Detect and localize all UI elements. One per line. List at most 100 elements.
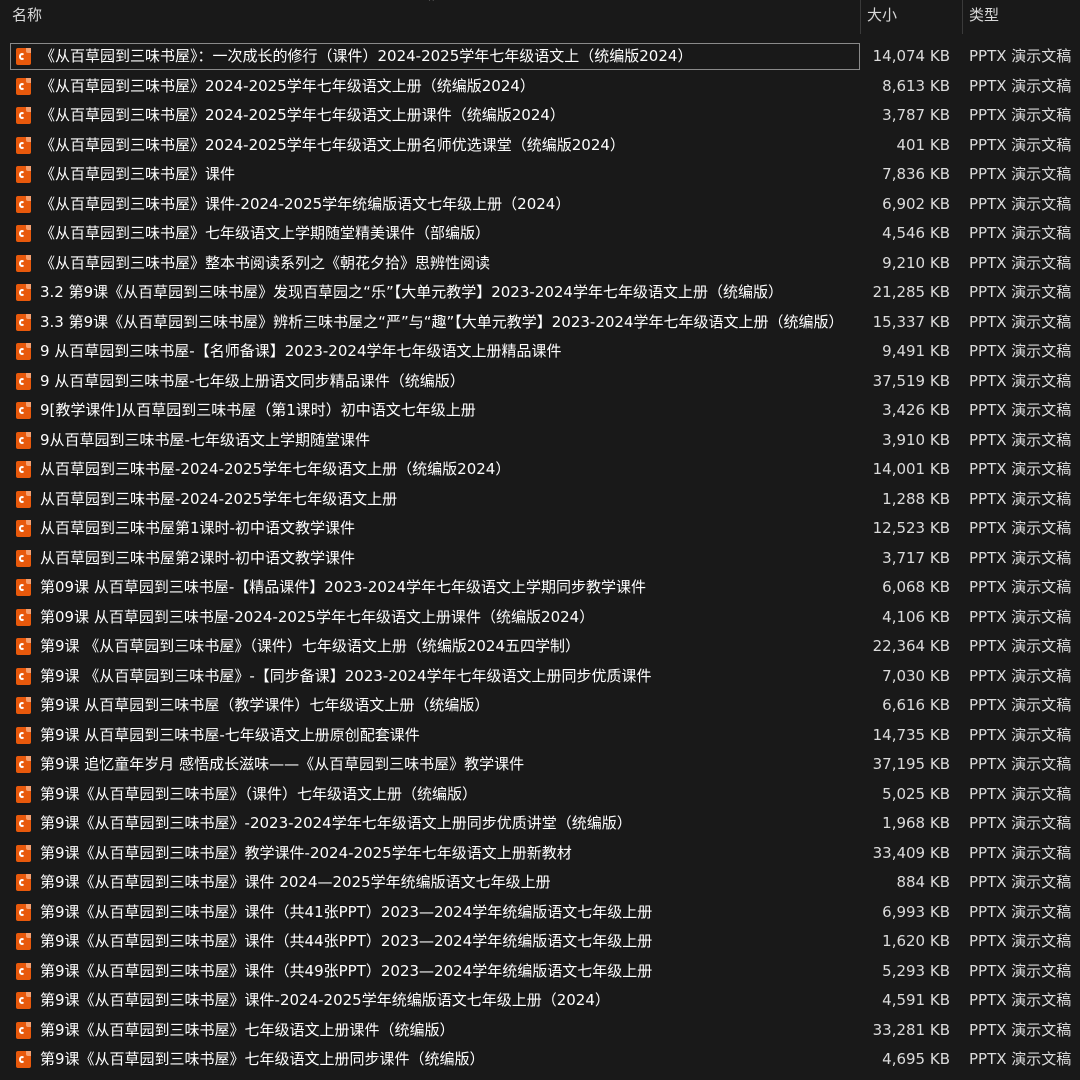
pptx-file-icon — [16, 431, 31, 449]
file-name-cell[interactable]: 3.2 第9课《从百草园到三味书屋》发现百草园之“乐”【大单元教学】2023-2… — [10, 279, 860, 306]
column-header-size[interactable]: 大小 — [860, 0, 960, 34]
file-row[interactable]: 《从百草园到三味书屋》整本书阅读系列之《朝花夕拾》思辨性阅读 9,210 KB PP… — [0, 249, 1080, 279]
file-name-cell[interactable]: 《从百草园到三味书屋》课件 — [10, 161, 860, 188]
file-row[interactable]: 第9课《从百草园到三味书屋》课件 2024—2025学年统编版语文七年级上册 88… — [0, 868, 1080, 898]
column-header-name[interactable]: 名称 — [6, 0, 858, 34]
file-size: 9,491 KB — [882, 342, 950, 360]
file-name-cell[interactable]: 第9课 《从百草园到三味书屋》（课件）七年级语文上册（统编版2024五四学制） — [10, 633, 860, 660]
file-type: PPTX 演示文稿 — [969, 1020, 1072, 1039]
file-type: PPTX 演示文稿 — [969, 784, 1072, 803]
file-row[interactable]: 从百草园到三味书屋-2024-2025学年七年级语文上册（统编版2024） 14,… — [0, 455, 1080, 485]
file-name: 第9课《从百草园到三味书屋》（课件）七年级语文上册（统编版） — [40, 784, 478, 803]
file-name-cell[interactable]: 第9课 《从百草园到三味书屋》-【同步备课】2023-2024学年七年级语文上册… — [10, 663, 860, 690]
file-name-cell[interactable]: 9[教学课件]从百草园到三味书屋（第1课时）初中语文七年级上册 — [10, 397, 860, 424]
file-row[interactable]: 《从百草园到三味书屋》2024-2025学年七年级语文上册课件（统编版2024）… — [0, 101, 1080, 131]
file-name-cell[interactable]: 《从百草园到三味书屋》2024-2025学年七年级语文上册名师优选课堂（统编版2… — [10, 132, 860, 159]
file-name-cell[interactable]: 第9课《从百草园到三味书屋》（课件）七年级语文上册（统编版） — [10, 781, 860, 808]
file-name-cell[interactable]: 《从百草园到三味书屋》：一次成长的修行（课件）2024-2025学年七年级语文上… — [10, 43, 860, 70]
file-row[interactable]: 第9课《从百草园到三味书屋》教学课件-2024-2025学年七年级语文上册新教材… — [0, 839, 1080, 869]
file-row[interactable]: 第9课 《从百草园到三味书屋》（课件）七年级语文上册（统编版2024五四学制） 2… — [0, 632, 1080, 662]
file-row[interactable]: 9 从百草园到三味书屋-七年级上册语文同步精品课件（统编版） 37,519 KB P… — [0, 367, 1080, 397]
file-row[interactable]: 第9课《从百草园到三味书屋》（课件）七年级语文上册（统编版） 5,025 KB PP… — [0, 780, 1080, 810]
file-size: 14,001 KB — [872, 460, 950, 478]
file-name-cell[interactable]: 3.3 第9课《从百草园到三味书屋》辨析三味书屋之“严”与“趣”【大单元教学】2… — [10, 309, 860, 336]
file-row[interactable]: 从百草园到三味书屋第2课时-初中语文教学课件 3,717 KB PPTX 演示文稿 — [0, 544, 1080, 574]
file-name-cell[interactable]: 第9课《从百草园到三味书屋》课件-2024-2025学年统编版语文七年级上册（2… — [10, 987, 860, 1014]
file-row[interactable]: 第9课 《从百草园到三味书屋》-【同步备课】2023-2024学年七年级语文上册… — [0, 662, 1080, 692]
file-name-cell[interactable]: 第9课《从百草园到三味书屋》课件（共49张PPT）2023—2024学年统编版语… — [10, 958, 860, 985]
file-row[interactable]: 第9课 追忆童年岁月 感悟成长滋味——《从百草园到三味书屋》教学课件 37,195… — [0, 750, 1080, 780]
file-row[interactable]: 第9课《从百草园到三味书屋》七年级语文上册课件（统编版） 33,281 KB PPT… — [0, 1016, 1080, 1046]
file-row[interactable]: 第9课《从百草园到三味书屋》-2023-2024学年七年级语文上册同步优质讲堂（… — [0, 809, 1080, 839]
file-name-cell[interactable]: 9 从百草园到三味书屋-七年级上册语文同步精品课件（统编版） — [10, 368, 860, 395]
file-name-cell[interactable]: 9 从百草园到三味书屋-【名师备课】2023-2024学年七年级语文上册精品课件 — [10, 338, 860, 365]
pptx-file-icon — [16, 815, 31, 832]
file-row[interactable]: 第09课 从百草园到三味书屋-【精品课件】2023-2024学年七年级语文上学期… — [0, 573, 1080, 603]
file-row[interactable]: 《从百草园到三味书屋》2024-2025学年七年级语文上册（统编版2024） 8,… — [0, 72, 1080, 102]
file-type: PPTX 演示文稿 — [969, 755, 1072, 773]
file-row[interactable]: 《从百草园到三味书屋》课件 7,836 KB PPTX 演示文稿 — [0, 160, 1080, 190]
file-size: 14,735 KB — [872, 725, 950, 744]
file-row[interactable]: 9从百草园到三味书屋-七年级语文上学期随堂课件 3,910 KB PPTX 演示文稿 — [0, 426, 1080, 456]
file-name-cell[interactable]: 《从百草园到三味书屋》课件-2024-2025学年统编版语文七年级上册（2024… — [10, 191, 860, 218]
file-row[interactable]: 第9课 从百草园到三味书屋（教学课件）七年级语文上册（统编版） 6,616 KB P… — [0, 691, 1080, 721]
file-row[interactable]: 3.2 第9课《从百草园到三味书屋》发现百草园之“乐”【大单元教学】2023-2… — [0, 278, 1080, 308]
file-row[interactable]: 第9课《从百草园到三味书屋》七年级语文上册同步课件（统编版） 4,695 KB PP… — [0, 1045, 1080, 1075]
file-name: 9 从百草园到三味书屋-【名师备课】2023-2024学年七年级语文上册精品课件 — [40, 342, 562, 360]
file-name-cell[interactable]: 《从百草园到三味书屋》2024-2025学年七年级语文上册（统编版2024） — [10, 73, 860, 100]
file-name: 《从百草园到三味书屋》2024-2025学年七年级语文上册课件（统编版2024） — [40, 106, 565, 124]
column-header-type[interactable]: 类型 — [962, 0, 1080, 34]
file-size: 7,030 KB — [882, 666, 950, 685]
file-name-cell[interactable]: 第9课《从百草园到三味书屋》课件（共44张PPT）2023—2024学年统编版语… — [10, 928, 860, 955]
file-row[interactable]: 第9课《从百草园到三味书屋》课件（共41张PPT）2023—2024学年统编版语… — [0, 898, 1080, 928]
file-row[interactable]: 从百草园到三味书屋第1课时-初中语文教学课件 12,523 KB PPTX 演示文稿 — [0, 514, 1080, 544]
file-row[interactable]: 第9课 从百草园到三味书屋-七年级语文上册原创配套课件 14,735 KB PPTX… — [0, 721, 1080, 751]
pptx-file-icon — [16, 402, 31, 419]
file-name-cell[interactable]: 《从百草园到三味书屋》七年级语文上学期随堂精美课件（部编版） — [10, 220, 860, 247]
file-name-cell[interactable]: 第9课《从百草园到三味书屋》七年级语文上册同步课件（统编版） — [10, 1046, 860, 1073]
file-name-cell[interactable]: 第9课《从百草园到三味书屋》七年级语文上册课件（统编版） — [10, 1017, 860, 1044]
file-row[interactable]: 从百草园到三味书屋-2024-2025学年七年级语文上册 1,288 KB PPTX… — [0, 485, 1080, 515]
file-size: 6,902 KB — [882, 194, 950, 213]
file-name-cell[interactable]: 从百草园到三味书屋第1课时-初中语文教学课件 — [10, 515, 860, 542]
file-name-cell[interactable]: 《从百草园到三味书屋》2024-2025学年七年级语文上册课件（统编版2024） — [10, 102, 860, 129]
file-row[interactable]: 9[教学课件]从百草园到三味书屋（第1课时）初中语文七年级上册 3,426 KB P… — [0, 396, 1080, 426]
file-name-cell[interactable]: 第09课 从百草园到三味书屋-2024-2025学年七年级语文上册课件（统编版2… — [10, 604, 860, 631]
file-name-cell[interactable]: 9从百草园到三味书屋-七年级语文上学期随堂课件 — [10, 427, 860, 454]
file-name-cell[interactable]: 第9课 追忆童年岁月 感悟成长滋味——《从百草园到三味书屋》教学课件 — [10, 751, 860, 778]
file-row[interactable]: 《从百草园到三味书屋》七年级语文上学期随堂精美课件（部编版） 4,546 KB PP… — [0, 219, 1080, 249]
file-row[interactable]: 《从百草园到三味书屋》课件-2024-2025学年统编版语文七年级上册（2024… — [0, 190, 1080, 220]
file-name: 第9课《从百草园到三味书屋》七年级语文上册同步课件（统编版） — [40, 1050, 485, 1068]
file-name-cell[interactable]: 从百草园到三味书屋第2课时-初中语文教学课件 — [10, 545, 860, 572]
file-row[interactable]: 3.3 第9课《从百草园到三味书屋》辨析三味书屋之“严”与“趣”【大单元教学】2… — [0, 308, 1080, 338]
file-name-cell[interactable]: 第09课 从百草园到三味书屋-【精品课件】2023-2024学年七年级语文上学期… — [10, 574, 860, 601]
file-size: 6,993 KB — [882, 902, 950, 921]
file-name: 3.3 第9课《从百草园到三味书屋》辨析三味书屋之“严”与“趣”【大单元教学】2… — [40, 312, 844, 331]
file-name-cell[interactable]: 第9课《从百草园到三味书屋》教学课件-2024-2025学年七年级语文上册新教材 — [10, 840, 860, 867]
file-name: 9从百草园到三味书屋-七年级语文上学期随堂课件 — [40, 430, 370, 449]
file-name: 第9课《从百草园到三味书屋》七年级语文上册课件（统编版） — [40, 1020, 455, 1039]
file-row[interactable]: 《从百草园到三味书屋》：一次成长的修行（课件）2024-2025学年七年级语文上… — [0, 42, 1080, 72]
file-type: PPTX 演示文稿 — [969, 371, 1072, 390]
file-row[interactable]: 第9课《从百草园到三味书屋》课件（共44张PPT）2023—2024学年统编版语… — [0, 927, 1080, 957]
file-name-cell[interactable]: 从百草园到三味书屋-2024-2025学年七年级语文上册（统编版2024） — [10, 456, 860, 483]
file-size: 1,620 KB — [882, 932, 950, 950]
file-row[interactable]: 第09课 从百草园到三味书屋-2024-2025学年七年级语文上册课件（统编版2… — [0, 603, 1080, 633]
file-type: PPTX 演示文稿 — [969, 135, 1072, 154]
file-row[interactable]: 《从百草园到三味书屋》2024-2025学年七年级语文上册名师优选课堂（统编版2… — [0, 131, 1080, 161]
file-row[interactable]: 9 从百草园到三味书屋-【名师备课】2023-2024学年七年级语文上册精品课件… — [0, 337, 1080, 367]
file-name-cell[interactable]: 《从百草园到三味书屋》整本书阅读系列之《朝花夕拾》思辨性阅读 — [10, 250, 860, 277]
file-name-cell[interactable]: 第9课《从百草园到三味书屋》课件（共41张PPT）2023—2024学年统编版语… — [10, 899, 860, 926]
file-size: 9,210 KB — [882, 253, 950, 272]
file-name-cell[interactable]: 第9课《从百草园到三味书屋》-2023-2024学年七年级语文上册同步优质讲堂（… — [10, 810, 860, 837]
file-row[interactable]: 第9课《从百草园到三味书屋》课件-2024-2025学年统编版语文七年级上册（2… — [0, 986, 1080, 1016]
pptx-file-icon — [16, 667, 31, 685]
file-name-cell[interactable]: 第9课 从百草园到三味书屋-七年级语文上册原创配套课件 — [10, 722, 860, 749]
file-name-cell[interactable]: 第9课 从百草园到三味书屋（教学课件）七年级语文上册（统编版） — [10, 692, 860, 719]
file-name-cell[interactable]: 从百草园到三味书屋-2024-2025学年七年级语文上册 — [10, 486, 860, 513]
file-row[interactable]: 第9课《从百草园到三味书屋》课件（共49张PPT）2023—2024学年统编版语… — [0, 957, 1080, 987]
pptx-file-icon — [16, 844, 31, 862]
file-size: 4,591 KB — [882, 991, 950, 1009]
file-name-cell[interactable]: 第9课《从百草园到三味书屋》课件 2024—2025学年统编版语文七年级上册 — [10, 869, 860, 896]
pptx-file-icon — [16, 490, 31, 508]
